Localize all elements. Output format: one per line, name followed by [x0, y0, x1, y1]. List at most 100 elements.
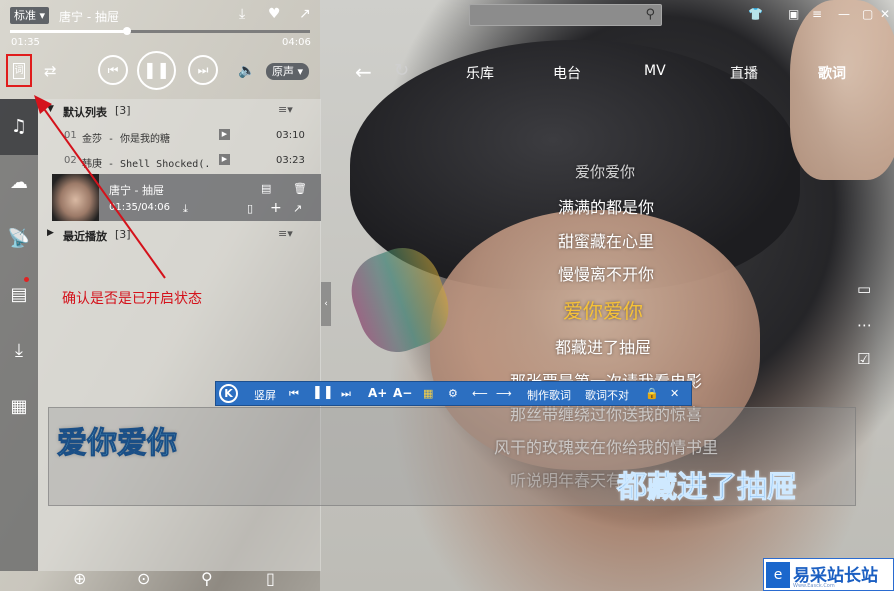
annotation-text: 确认是否是已开启状态 [62, 291, 202, 307]
wrong-lyric-button[interactable]: 歌词不对 [585, 387, 629, 403]
tab-lyrics[interactable]: 歌词 [818, 63, 846, 83]
track-duration: 03:23 [276, 155, 305, 166]
lyric-line: 甜蜜藏在心里 [558, 232, 655, 251]
quality-label: 标准 [14, 9, 36, 22]
make-lyric-button[interactable]: 制作歌词 [527, 387, 571, 403]
settings-icon[interactable]: ⚙ [448, 387, 458, 400]
font-larger-icon[interactable]: A+ [368, 386, 387, 400]
mobile-icon[interactable]: ▯ [266, 569, 275, 588]
font-smaller-icon[interactable]: A− [393, 386, 412, 400]
pause-icon[interactable]: ❚❚ [312, 385, 334, 400]
lyric-line: 爱你爱你 [575, 163, 636, 181]
vertical-mode-button[interactable]: 竖屏 [254, 387, 276, 403]
share-icon[interactable]: ↗ [293, 202, 302, 215]
bottom-bar: ⊕ ⊙ ⚲ ▯ [0, 567, 894, 591]
previous-button[interactable]: ⏮ [98, 55, 128, 85]
notification-dot [24, 277, 29, 282]
download-icon[interactable]: ⤓ [239, 6, 245, 22]
progress-fill [10, 30, 127, 33]
lyric-line: 都藏进了抽屉 [555, 338, 652, 357]
radio-icon[interactable]: 📡 [0, 211, 38, 267]
tab-mv[interactable]: MV [644, 63, 666, 79]
tab-live[interactable]: 直播 [730, 63, 758, 83]
tab-radio[interactable]: 电台 [553, 63, 581, 83]
voice-mode-selector[interactable]: 原声 ▾ [266, 63, 310, 80]
playlist-count: [3] [115, 228, 131, 241]
back-icon[interactable]: ← [355, 60, 372, 84]
time-current: 01:35 [11, 37, 40, 48]
close-icon[interactable]: ✕ [670, 387, 679, 400]
track-title: 金莎 - 你是我的糖 [82, 134, 171, 145]
track-title: 韩庚 - Shell Shocked(. [82, 159, 211, 170]
cloud-icon[interactable]: ☁ [0, 155, 38, 211]
voice-mode-label: 原声 [272, 65, 294, 78]
delete-icon[interactable]: 🗑 [293, 182, 307, 195]
search-icon[interactable]: ⚲ [201, 569, 213, 588]
now-playing-row[interactable]: 唐宁 - 抽屉 01:35/04:06 ⤓ ▤ 🗑 ▯ + ↗ [52, 174, 321, 221]
next-icon[interactable]: ⏭ [341, 387, 351, 401]
progress-bar[interactable] [10, 27, 310, 35]
loop-mode-icon[interactable]: ⇄ [44, 62, 57, 80]
color-palette-icon[interactable]: ▦ [423, 387, 433, 400]
track-row[interactable]: 01 金莎 - 你是我的糖 ▶ 03:10 [38, 124, 321, 148]
now-playing-title: 唐宁 - 抽屉 [109, 184, 164, 197]
minimize-icon[interactable]: — [838, 7, 850, 21]
heart-icon[interactable]: ♥ [268, 6, 281, 22]
search-input[interactable]: ⚲ [469, 4, 662, 26]
track-number: 02 [64, 155, 77, 166]
playlist-header-default[interactable]: ▼ 默认列表 [3] ≡▾ [38, 100, 321, 122]
mv-play-icon[interactable]: ▶ [219, 129, 230, 140]
maximize-icon[interactable]: ▢ [862, 7, 873, 21]
skin-icon[interactable]: 👕 [748, 7, 763, 21]
add-icon[interactable]: + [270, 200, 282, 216]
mv-icon[interactable]: ▤ [0, 267, 38, 323]
watermark-logo-icon: e [766, 562, 790, 588]
mv-play-icon[interactable]: ▶ [219, 154, 230, 165]
apps-icon[interactable]: ▦ [0, 379, 38, 435]
mini-mode-icon[interactable]: ▣ [788, 7, 799, 21]
playlist-count: [3] [115, 104, 131, 117]
close-icon[interactable]: ✕ [880, 7, 890, 21]
track-duration: 03:10 [276, 130, 305, 141]
collapse-panel-button[interactable]: ‹ [321, 282, 331, 326]
watermark: e 易采站长站 Www.Easck.Com [763, 558, 894, 591]
download-icon[interactable]: ⤓ [183, 202, 188, 216]
lyric-small-icon[interactable]: ▤ [261, 182, 271, 195]
lyric-line: 满满的都是你 [558, 198, 655, 217]
playlist-header-recent[interactable]: ▶ 最近播放 [3] ≡▾ [38, 224, 321, 246]
refresh-icon[interactable]: ↻ [394, 60, 409, 81]
phone-icon[interactable]: ▯ [247, 202, 253, 215]
collapse-arrow-icon: ▼ [47, 104, 54, 114]
watermark-subtext: Www.Easck.Com [793, 583, 835, 589]
share-icon[interactable]: ↗ [299, 6, 311, 22]
track-row[interactable]: 02 韩庚 - Shell Shocked(. ▶ 03:23 [38, 149, 321, 173]
previous-icon[interactable]: ⏮ [289, 387, 299, 401]
playlist-name: 默认列表 [63, 106, 107, 119]
left-rail: ♫ ☁ 📡 ▤ ⤓ ▦ [0, 99, 38, 571]
locate-icon[interactable]: ⊙ [137, 569, 150, 588]
lyric-toggle-button[interactable]: 词 [6, 54, 32, 87]
pause-button[interactable]: ❚❚ [137, 51, 176, 90]
lyric-forward-icon[interactable]: ⟶ [496, 387, 512, 400]
list-menu-icon[interactable]: ≡▾ [278, 103, 293, 116]
settings-menu-icon[interactable]: ≡ [812, 7, 822, 21]
time-total: 04:06 [282, 37, 311, 48]
lyric-edit-icon[interactable]: ☑ [857, 350, 870, 368]
kugou-logo-icon[interactable]: K [219, 384, 238, 403]
download-manager-icon[interactable]: ⤓ [0, 323, 38, 379]
next-button[interactable]: ⏭ [188, 55, 218, 85]
lock-icon[interactable]: 🔒 [645, 387, 659, 400]
more-icon[interactable]: ⋯ [857, 316, 872, 334]
music-icon[interactable]: ♫ [0, 99, 38, 155]
search-icon[interactable]: ⚲ [645, 7, 655, 22]
song-title: 唐宁 - 抽屉 [59, 10, 119, 24]
lyric-line: 慢慢离不开你 [558, 265, 655, 284]
progress-knob[interactable] [123, 27, 131, 35]
volume-icon[interactable]: 🔈 [238, 63, 255, 79]
lyric-back-icon[interactable]: ⟵ [472, 387, 488, 400]
screen-cast-icon[interactable]: ▭ [857, 280, 871, 298]
quality-selector[interactable]: 标准 ▾ [10, 7, 50, 24]
list-menu-icon[interactable]: ≡▾ [278, 227, 293, 240]
tab-library[interactable]: 乐库 [466, 63, 494, 83]
add-icon[interactable]: ⊕ [73, 569, 86, 588]
